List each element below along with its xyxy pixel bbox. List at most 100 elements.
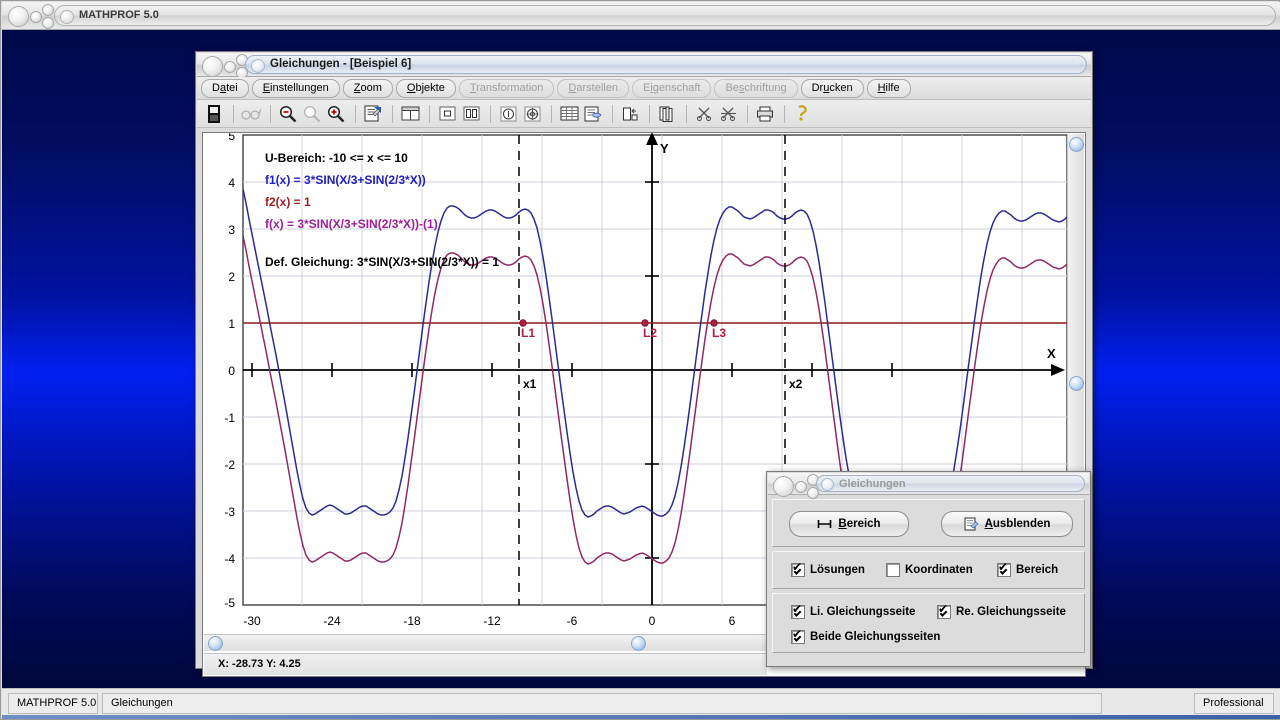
- svg-text:5: 5: [228, 133, 235, 143]
- y-tick-labels: 5 4 3 2 1 0 -1 -2 -3 -4 -5: [224, 133, 235, 610]
- hscroll-thumb-left[interactable]: [208, 636, 223, 651]
- toolbar-separator: [392, 104, 393, 123]
- checkbox-koordinaten[interactable]: Koordinaten: [886, 563, 973, 577]
- vscroll-thumb-bottom[interactable]: [1069, 376, 1084, 391]
- report-icon[interactable]: [582, 103, 604, 125]
- checkbox-bereich[interactable]: Bereich: [997, 561, 1059, 577]
- app-title-capsule: MATHPROF 5.0: [54, 5, 1276, 26]
- solution-label-l1: L1: [521, 326, 535, 340]
- menu-drucken[interactable]: Drucken: [800, 78, 864, 98]
- zoom-reset-icon[interactable]: [301, 103, 323, 125]
- copy-pages-icon[interactable]: [656, 103, 678, 125]
- dialog-minimize-orb-icon[interactable]: [795, 481, 807, 493]
- zoom-in-icon[interactable]: [325, 103, 347, 125]
- child-minimize-orb-icon[interactable]: [224, 61, 236, 73]
- help-orb-icon[interactable]: [42, 17, 54, 29]
- toolbar-separator: [355, 104, 356, 123]
- statusbar-app-cell: MATHPROF 5.0: [8, 693, 98, 714]
- restore-orb-icon[interactable]: [42, 4, 54, 16]
- toolbar-separator: [270, 104, 271, 123]
- minimize-orb-icon[interactable]: [30, 11, 42, 23]
- toolbar-separator: [612, 104, 613, 123]
- menu-darstellen: Darstellen: [557, 78, 629, 98]
- x-tick-labels: -30 -24 -18 -12 -6 0 6: [243, 614, 735, 628]
- hscroll-thumb-right[interactable]: [631, 636, 646, 651]
- menu-bar: Datei Einstellungen Zoom Objekte Transformat…: [197, 77, 1091, 100]
- statusbar-edition-cell: Professional: [1194, 693, 1274, 714]
- child-title-dot-icon: [251, 59, 265, 73]
- menu-zoom[interactable]: Zoom: [342, 78, 393, 98]
- checkbox-loesungen-box[interactable]: [791, 561, 805, 577]
- scissors-cross-icon[interactable]: [717, 103, 739, 125]
- svg-text:-4: -4: [224, 552, 235, 566]
- toolbar: [197, 100, 1091, 128]
- target-circle-icon[interactable]: [521, 103, 543, 125]
- scissors-icon[interactable]: [693, 103, 715, 125]
- menu-datei[interactable]: Datei: [201, 78, 249, 98]
- ausblenden-button[interactable]: Ausblenden: [941, 511, 1073, 537]
- plot-horizontal-scrollbar[interactable]: [204, 634, 769, 651]
- svg-text:6: 6: [729, 614, 736, 628]
- dialog-title-dot-icon: [821, 478, 834, 491]
- single-pane-icon[interactable]: [436, 103, 458, 125]
- menu-einstellungen[interactable]: Einstellungen: [251, 78, 340, 98]
- app-titlebar: MATHPROF 5.0: [2, 2, 1280, 30]
- svg-text:3: 3: [228, 223, 235, 237]
- window-control-orbs[interactable]: [8, 4, 54, 29]
- dialog-body: Bereich Ausblenden Lösungen: [772, 499, 1085, 662]
- checkbox-bereich-label: Bereich: [1016, 564, 1059, 576]
- annotation-f1: f1(x) = 3*SIN(X/3+SIN(2/3*X)): [265, 173, 426, 187]
- menu-hilfe[interactable]: Hilfe: [866, 78, 911, 98]
- ausblenden-button-label-rest: usblenden: [992, 518, 1051, 530]
- child-window-title: Gleichungen - [Beispiel 6]: [270, 58, 412, 70]
- export-icon[interactable]: [619, 103, 641, 125]
- svg-text:0: 0: [649, 614, 656, 628]
- calculator-icon[interactable]: [203, 103, 225, 125]
- checkbox-re-gleichungsseite[interactable]: Re. Gleichungsseite: [937, 603, 1066, 619]
- bereich-button[interactable]: Bereich: [789, 511, 909, 537]
- screen-root: MATHPROF 5.0 Gleichungen - [Beispiel 6]: [0, 0, 1280, 720]
- properties-icon[interactable]: [362, 103, 384, 125]
- table-icon[interactable]: [558, 103, 580, 125]
- svg-text:-24: -24: [323, 614, 341, 628]
- checkbox-bereich-box[interactable]: [997, 561, 1011, 577]
- child-close-orb-icon[interactable]: [202, 56, 223, 77]
- app-title: MATHPROF 5.0: [79, 9, 159, 21]
- annotation-f2: f2(x) = 1: [265, 195, 311, 209]
- help-key-icon[interactable]: [791, 103, 813, 125]
- child-window-control-orbs[interactable]: [202, 54, 248, 79]
- split-pane-icon[interactable]: [460, 103, 482, 125]
- dialog-side-options: Li. Gleichungsseite Re. Gleichungsseite …: [772, 593, 1085, 653]
- dialog-title-capsule: Gleichungen: [816, 475, 1085, 492]
- svg-text:-30: -30: [243, 614, 261, 628]
- checkbox-li-gleichungsseite[interactable]: Li. Gleichungsseite: [791, 603, 915, 619]
- vscroll-thumb-top[interactable]: [1069, 137, 1084, 152]
- dialog-display-options: Lösungen Koordinaten Bereich: [772, 551, 1085, 589]
- svg-text:-2: -2: [224, 458, 235, 472]
- dialog-control-orbs[interactable]: [773, 474, 819, 499]
- bound-label-x2: x2: [789, 377, 803, 391]
- dialog-titlebar: Gleichungen: [768, 473, 1089, 499]
- checkbox-beide-gleichungsseiten-label: Beide Gleichungsseiten: [810, 631, 941, 643]
- checkbox-beide-gleichungsseiten[interactable]: Beide Gleichungsseiten: [791, 628, 941, 644]
- svg-text:0: 0: [228, 364, 235, 378]
- range-icon: [818, 520, 832, 528]
- window-layout-icon[interactable]: [399, 103, 421, 125]
- checkbox-beide-gleichungsseiten-box[interactable]: [791, 628, 805, 644]
- checkbox-li-gleichungsseite-box[interactable]: [791, 603, 805, 619]
- checkbox-loesungen[interactable]: Lösungen: [791, 561, 865, 577]
- child-title-capsule: Gleichungen - [Beispiel 6]: [245, 55, 1087, 74]
- menu-eigenschaft: Eigenschaft: [631, 78, 712, 98]
- toolbar-separator: [551, 104, 552, 123]
- close-orb-icon[interactable]: [8, 6, 29, 27]
- checkbox-re-gleichungsseite-box[interactable]: [937, 603, 951, 619]
- info-circle-icon[interactable]: [497, 103, 519, 125]
- printer-icon[interactable]: [754, 103, 776, 125]
- svg-text:-6: -6: [567, 614, 578, 628]
- glasses-icon[interactable]: [240, 103, 262, 125]
- menu-objekte[interactable]: Objekte: [395, 78, 456, 98]
- zoom-out-icon[interactable]: [277, 103, 299, 125]
- checkbox-re-gleichungsseite-label: Re. Gleichungsseite: [956, 606, 1066, 618]
- checkbox-koordinaten-box[interactable]: [886, 563, 900, 577]
- dialog-close-orb-icon[interactable]: [773, 476, 794, 497]
